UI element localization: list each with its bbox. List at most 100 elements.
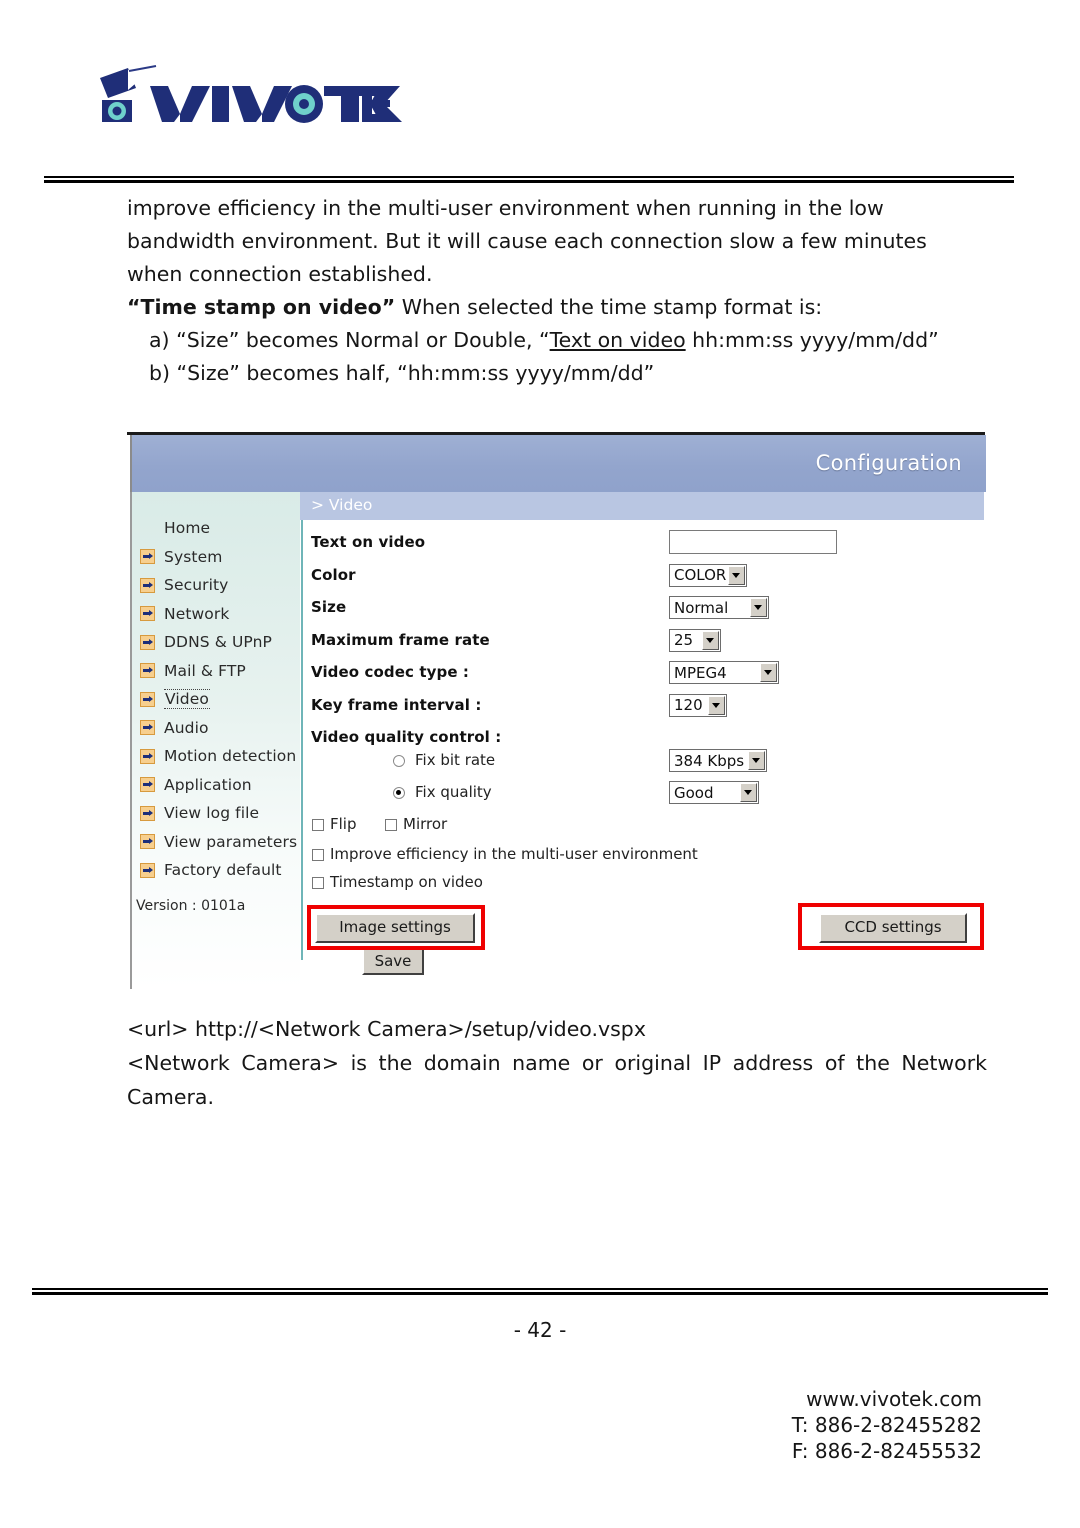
sidebar-item-security[interactable]: Security	[132, 571, 302, 600]
sidebar-item-audio[interactable]: Audio	[132, 714, 302, 743]
footer-phone: T: 886-2-82455282	[791, 1413, 982, 1437]
sidebar-item-home[interactable]: Home	[132, 514, 302, 543]
chevron-down-icon[interactable]	[707, 695, 725, 715]
bottom-divider	[32, 1288, 1048, 1295]
arrow-icon	[140, 634, 155, 650]
color-select-value: COLOR	[674, 566, 727, 584]
max-frame-rate-value: 25	[674, 631, 694, 649]
flip-label: Flip	[330, 815, 357, 833]
chevron-down-icon[interactable]	[747, 751, 765, 770]
arrow-icon	[140, 777, 155, 793]
arrow-icon	[140, 805, 155, 821]
codec-select[interactable]: MPEG4	[669, 661, 779, 684]
list-item-a: a) “Size” becomes Normal or Double, “Tex…	[127, 324, 987, 357]
codec-label: Video codec type :	[311, 663, 470, 681]
fix-quality-radio[interactable]	[393, 787, 405, 799]
arrow-icon	[140, 748, 155, 764]
panel-breadcrumb: > Video	[311, 496, 373, 514]
item-a-pre: a) “Size” becomes Normal or Double, “	[149, 328, 550, 352]
image-settings-highlight	[307, 905, 485, 950]
paragraph-1: improve efficiency in the multi-user env…	[127, 196, 927, 286]
quality-value: Good	[674, 783, 714, 802]
logo-o-dot	[299, 99, 309, 109]
size-select[interactable]: Normal	[669, 596, 769, 619]
ccd-settings-highlight	[798, 903, 984, 950]
sidebar-item-label: View parameters	[164, 832, 298, 851]
video-settings-form: Text on video Color COLOR Size Normal Ma…	[311, 528, 976, 899]
sidebar-item-network[interactable]: Network	[132, 600, 302, 629]
arrow-icon	[140, 691, 155, 707]
improve-efficiency-checkbox[interactable]	[312, 849, 324, 861]
timestamp-heading: “Time stamp on video”	[127, 295, 396, 319]
bit-rate-select[interactable]: 384 Kbps	[669, 749, 767, 772]
item-a-post: hh:mm:ss yyyy/mm/dd”	[685, 328, 939, 352]
sidebar-item-label: Application	[164, 775, 252, 794]
arrow-icon	[140, 720, 155, 736]
row-max-frame-rate: Maximum frame rate 25	[311, 626, 976, 659]
document-body-bottom: <url> http://<Network Camera>/setup/vide…	[127, 1012, 987, 1114]
max-frame-rate-select[interactable]: 25	[669, 628, 721, 652]
timestamp-checkbox[interactable]	[312, 877, 324, 889]
vivotek-logo	[88, 62, 408, 134]
arrow-icon	[140, 862, 155, 878]
sidebar-item-motion-detection[interactable]: Motion detection	[132, 742, 302, 771]
firmware-version: Version : 0101a	[136, 898, 246, 914]
url-line: <url> http://<Network Camera>/setup/vide…	[127, 1017, 646, 1041]
sidebar-item-video[interactable]: Video	[132, 685, 302, 714]
sidebar-item-view-log-file[interactable]: View log file	[132, 799, 302, 828]
chevron-down-icon[interactable]	[739, 783, 757, 802]
bit-rate-value: 384 Kbps	[674, 751, 745, 770]
logo-svg	[100, 64, 402, 123]
mirror-label: Mirror	[403, 815, 448, 833]
sidebar-item-label: DDNS & UPnP	[164, 633, 272, 652]
sidebar-item-label: Network	[164, 604, 230, 623]
size-label: Size	[311, 598, 347, 616]
row-text-on-video: Text on video	[311, 528, 976, 561]
fix-bit-rate-radio[interactable]	[393, 755, 405, 767]
sidebar-menu: Home System Security Network DDNS & UPnP…	[132, 514, 302, 885]
row-improve-efficiency: Improve efficiency in the multi-user env…	[311, 843, 976, 873]
item-a-underline: Text on video	[549, 328, 686, 352]
sidebar-item-factory-default[interactable]: Factory default	[132, 856, 302, 885]
timestamp-heading-line: “Time stamp on video” When selected the …	[127, 291, 987, 324]
arrow-icon	[140, 834, 155, 850]
key-frame-select[interactable]: 120	[669, 693, 727, 717]
chevron-down-icon[interactable]	[727, 565, 745, 585]
sidebar-item-application[interactable]: Application	[132, 771, 302, 800]
arrow-icon	[140, 606, 155, 622]
row-size: Size Normal	[311, 593, 976, 626]
save-button[interactable]: Save	[362, 947, 424, 975]
logo-wordmark	[150, 85, 402, 123]
sidebar-item-system[interactable]: System	[132, 543, 302, 572]
sidebar-item-mail-ftp[interactable]: Mail & FTP	[132, 657, 302, 686]
row-color: Color COLOR	[311, 561, 976, 594]
flip-checkbox[interactable]	[312, 819, 324, 831]
row-timestamp-on-video: Timestamp on video	[311, 873, 976, 899]
color-label: Color	[311, 565, 356, 584]
sidebar-item-ddns-upnp[interactable]: DDNS & UPnP	[132, 628, 302, 657]
sidebar-item-label: Home	[164, 519, 211, 538]
description-line-1: <Network Camera> is the domain name or o…	[127, 1051, 987, 1075]
text-on-video-input[interactable]	[669, 530, 837, 554]
sidebar-item-view-parameters[interactable]: View parameters	[132, 828, 302, 857]
arrow-icon	[140, 549, 155, 565]
fix-quality-label: Fix quality	[415, 783, 492, 801]
app-header-bar: Configuration	[130, 435, 986, 492]
config-panel: > Video Text on video Color COLOR Size N…	[303, 492, 984, 989]
improve-efficiency-label: Improve efficiency in the multi-user env…	[330, 845, 698, 863]
arrow-icon	[140, 663, 155, 679]
quality-select[interactable]: Good	[669, 781, 759, 804]
list-item-b: b) “Size” becomes half, “hh:mm:ss yyyy/m…	[149, 361, 655, 385]
chevron-down-icon[interactable]	[701, 630, 719, 650]
chevron-down-icon[interactable]	[749, 598, 767, 617]
footer-website: www.vivotek.com	[806, 1387, 982, 1411]
sidebar-item-label: Mail & FTP	[164, 661, 246, 680]
key-frame-value: 120	[674, 696, 703, 714]
color-select[interactable]: COLOR	[669, 563, 747, 587]
chevron-down-icon[interactable]	[759, 663, 777, 682]
sidebar-item-label: View log file	[164, 804, 260, 823]
row-flip-mirror: Flip Mirror	[311, 813, 976, 843]
mirror-checkbox[interactable]	[385, 819, 397, 831]
row-key-frame-interval: Key frame interval : 120	[311, 691, 976, 724]
sidebar-item-label: Motion detection	[164, 747, 297, 766]
